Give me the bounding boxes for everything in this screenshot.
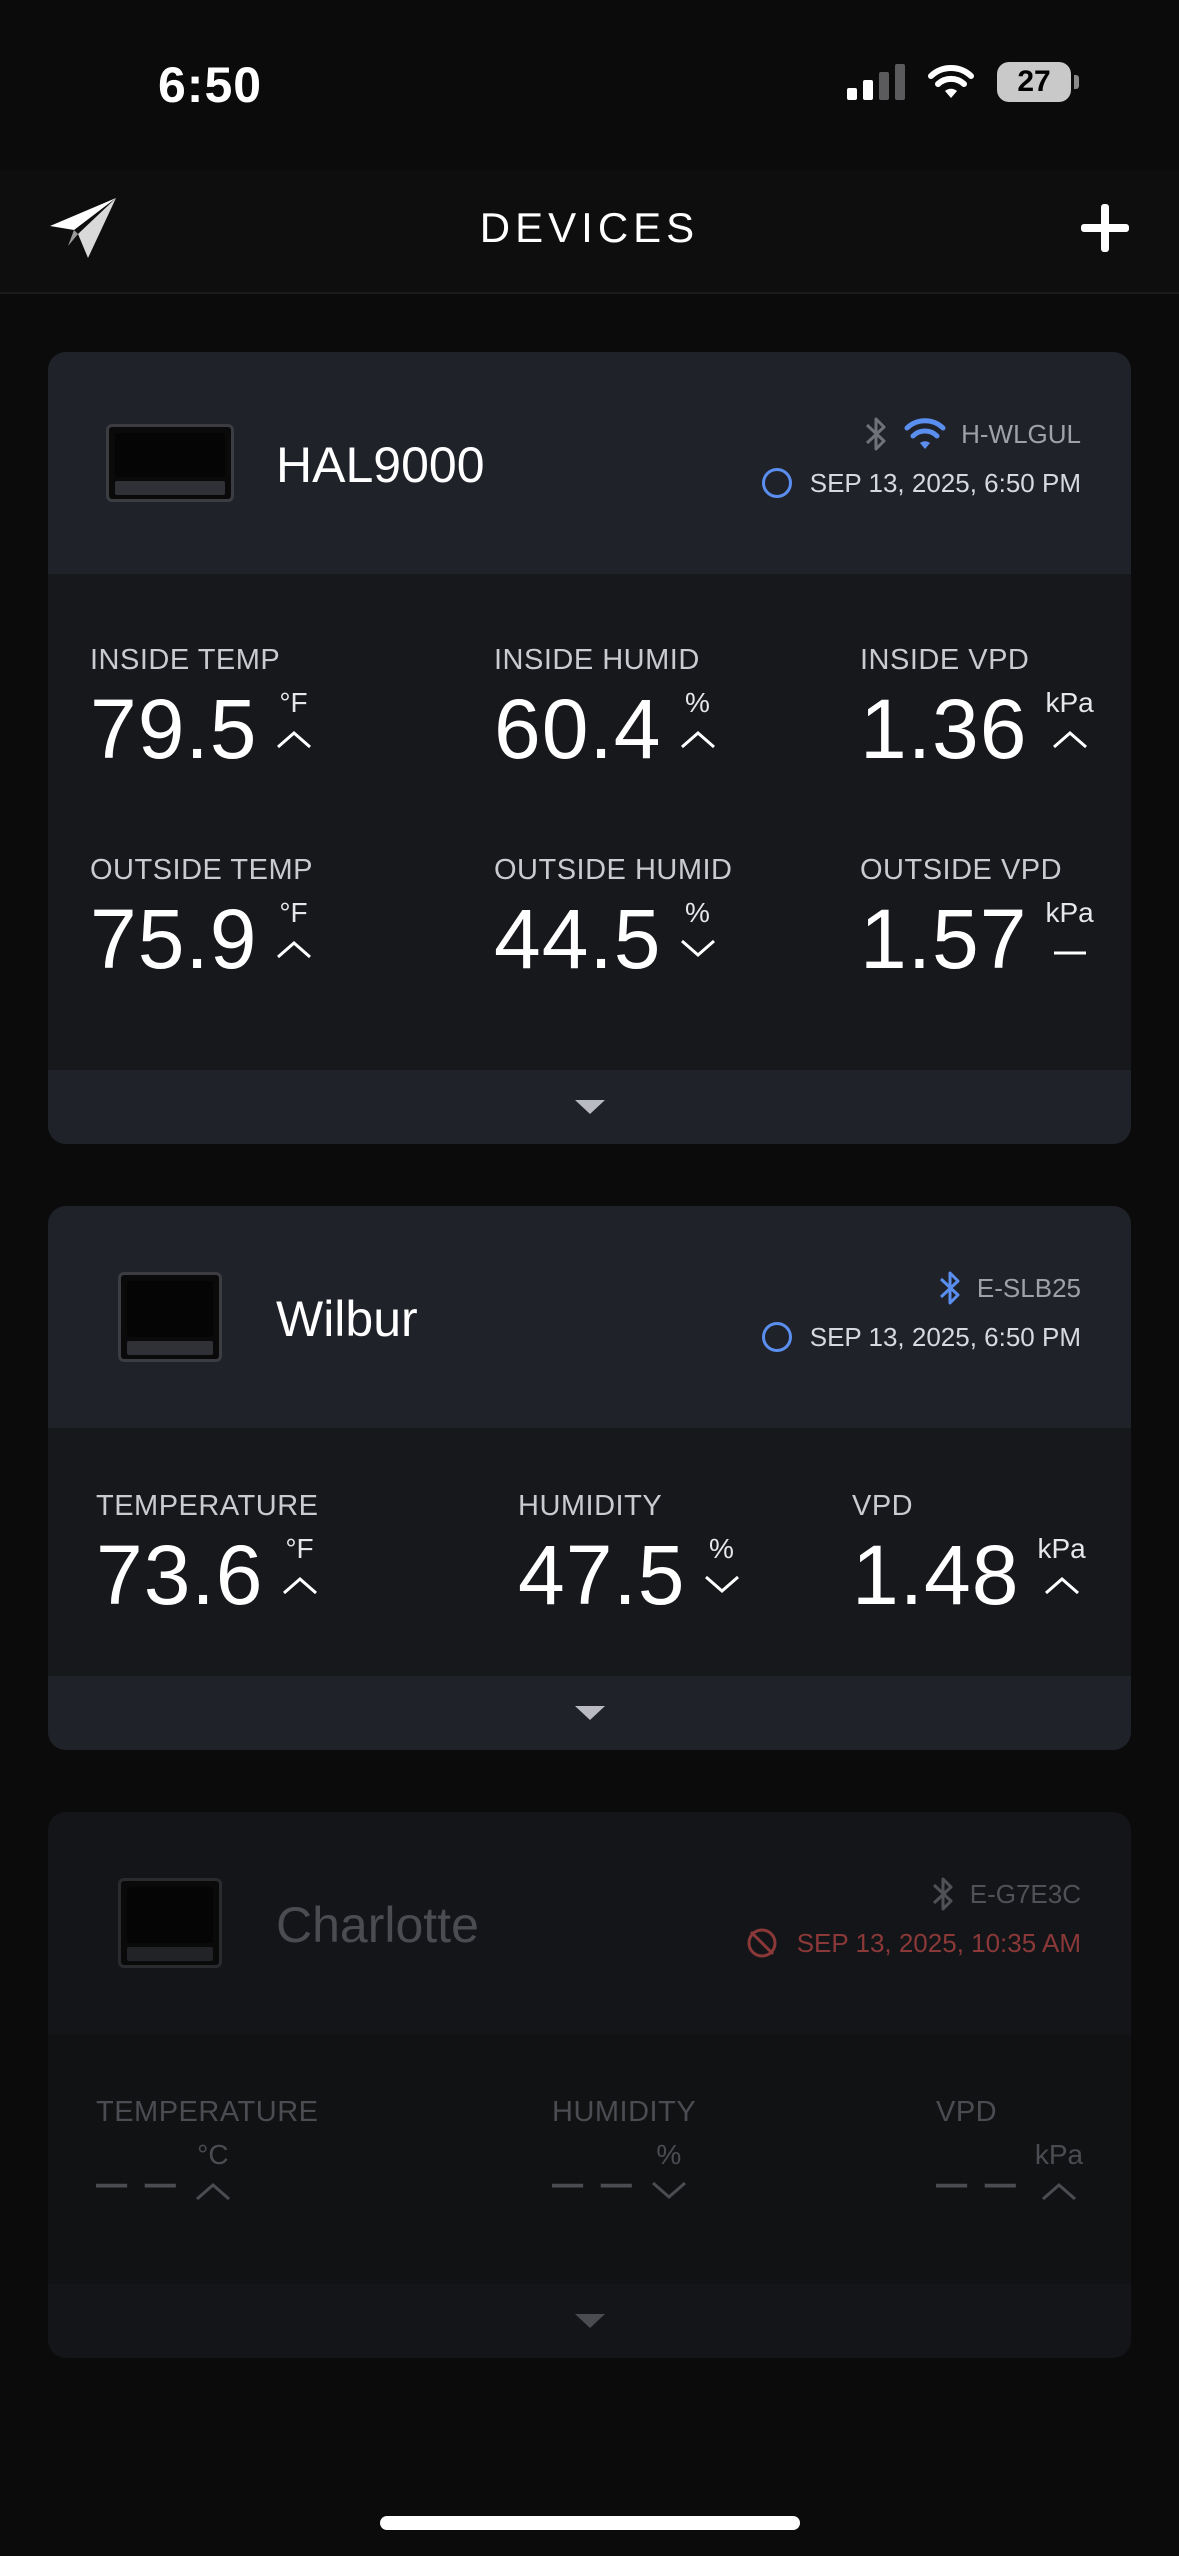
wifi-icon — [928, 65, 974, 98]
metric-humidity: HUMIDITY – – % — [552, 2096, 697, 2212]
trend-up-icon — [276, 731, 311, 749]
caret-down-icon — [574, 1706, 605, 1720]
add-device-button[interactable] — [1077, 200, 1133, 256]
metrics-grid: TEMPERATURE 73.6 °F HUMIDITY 47.5 % VPD — [48, 1428, 1131, 1676]
status-ring-icon — [761, 468, 792, 498]
device-card-wilbur[interactable]: Wilbur E-SLB25 SEP 13, 2025, 6:50 PM TEM… — [48, 1206, 1131, 1750]
caret-down-icon — [574, 2314, 605, 2328]
trend-up-icon — [1052, 731, 1087, 749]
metrics-grid: TEMPERATURE – – °C HUMIDITY – – % VPD – … — [48, 2034, 1131, 2284]
metric-outside-temp: OUTSIDE TEMP 75.9 °F — [90, 854, 313, 986]
page-title: DEVICES — [479, 204, 700, 251]
device-id: E-SLB25 — [976, 1272, 1081, 1303]
device-name: Charlotte — [276, 1897, 479, 1953]
controller-thumbnail — [118, 1878, 222, 1968]
device-card-charlotte[interactable]: Charlotte E-G7E3C SEP 13, 2025, 10:35 AM… — [48, 1812, 1131, 2358]
metric-inside-temp: INSIDE TEMP 79.5 °F — [90, 644, 312, 775]
battery-level: 27 — [997, 62, 1071, 102]
cellular-signal-icon — [847, 64, 905, 100]
last-updated: SEP 13, 2025, 10:35 AM — [796, 1927, 1081, 1958]
bluetooth-icon — [866, 417, 886, 451]
metric-outside-vpd: OUTSIDE VPD 1.57 kPa — [860, 854, 1094, 986]
device-card-header[interactable]: HAL9000 H-WLGUL SEP 13, 2025, 6:50 PM — [48, 352, 1131, 574]
metric-temperature: TEMPERATURE – – °C — [96, 2096, 319, 2212]
metric-humidity: HUMIDITY 47.5 % — [518, 1490, 740, 1621]
metric-temperature: TEMPERATURE 73.6 °F — [96, 1490, 319, 1622]
caret-down-icon — [574, 1100, 605, 1114]
trend-up-icon — [1044, 1577, 1079, 1595]
device-id: H-WLGUL — [961, 418, 1081, 449]
device-card-header[interactable]: Wilbur E-SLB25 SEP 13, 2025, 6:50 PM — [48, 1206, 1131, 1428]
device-id: E-G7E3C — [969, 1878, 1081, 1909]
expand-toggle[interactable] — [48, 2284, 1131, 2358]
app-header: DEVICES — [0, 170, 1179, 294]
trend-up-icon — [1041, 2183, 1076, 2201]
status-bar: 6:50 27 — [0, 0, 1179, 170]
controller-thumbnail — [106, 424, 234, 502]
bluetooth-icon — [939, 1271, 960, 1305]
trend-up-icon — [282, 1577, 317, 1595]
device-meta: E-G7E3C SEP 13, 2025, 10:35 AM — [745, 1874, 1081, 1966]
expand-toggle[interactable] — [48, 1070, 1131, 1144]
metrics-grid: INSIDE TEMP 79.5 °F INSIDE HUMID 60.4 % … — [48, 574, 1131, 1070]
status-ring-icon — [761, 1322, 792, 1352]
device-card-header[interactable]: Charlotte E-G7E3C SEP 13, 2025, 10:35 AM — [48, 1812, 1131, 2034]
device-name: Wilbur — [276, 1291, 418, 1347]
metric-inside-vpd: INSIDE VPD 1.36 kPa — [860, 644, 1094, 776]
trend-down-icon — [651, 2181, 686, 2199]
trend-up-icon — [276, 941, 311, 959]
device-card-hal9000[interactable]: HAL9000 H-WLGUL SEP 13, 2025, 6:50 PM IN — [48, 352, 1131, 1144]
status-icons: 27 — [847, 62, 1079, 102]
battery-icon: 27 — [997, 62, 1079, 102]
controller-thumbnail — [118, 1272, 222, 1362]
status-time: 6:50 — [158, 57, 263, 113]
device-name: HAL9000 — [276, 437, 485, 493]
last-updated: SEP 13, 2025, 6:50 PM — [809, 1321, 1081, 1352]
trend-up-icon — [680, 731, 715, 749]
metric-vpd: VPD – – kPa — [936, 2096, 1084, 2212]
metric-vpd: VPD 1.48 kPa — [852, 1490, 1086, 1622]
trend-down-icon — [680, 939, 715, 957]
metric-outside-humid: OUTSIDE HUMID 44.5 % — [494, 854, 733, 986]
device-meta: E-SLB25 SEP 13, 2025, 6:50 PM — [761, 1268, 1081, 1360]
wifi-icon — [904, 418, 946, 449]
last-updated: SEP 13, 2025, 6:50 PM — [809, 467, 1081, 498]
device-meta: H-WLGUL SEP 13, 2025, 6:50 PM — [761, 414, 1081, 506]
bluetooth-icon — [932, 1877, 953, 1911]
sync-off-icon — [747, 1928, 777, 1958]
trend-down-icon — [704, 1575, 739, 1593]
home-indicator[interactable] — [380, 2516, 800, 2530]
expand-toggle[interactable] — [48, 1676, 1131, 1750]
trend-up-icon — [195, 2183, 230, 2201]
metric-inside-humid: INSIDE HUMID 60.4 % — [494, 644, 716, 775]
trend-flat-icon — [1053, 951, 1086, 955]
